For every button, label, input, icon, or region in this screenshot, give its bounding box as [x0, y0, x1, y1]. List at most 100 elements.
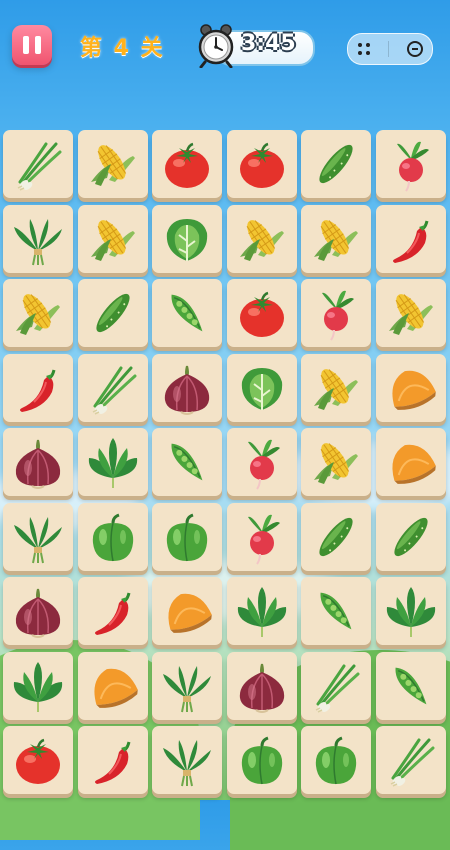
mini-program-capsule	[347, 33, 433, 65]
tile-tomato[interactable]	[3, 726, 73, 794]
timer-value: 3:45	[241, 31, 296, 56]
tile-spinach[interactable]	[3, 651, 73, 720]
red-onion-icon	[15, 588, 61, 638]
red-onion-icon	[165, 365, 210, 415]
tile-bell-pepper[interactable]	[301, 726, 372, 794]
tile-tomato[interactable]	[152, 130, 223, 198]
tile-red-onion[interactable]	[3, 428, 73, 496]
tile-spinach[interactable]	[226, 577, 297, 645]
pea-pod-icon	[171, 443, 203, 481]
tile-bell-pepper[interactable]	[77, 502, 148, 571]
tile-pumpkin-slice[interactable]	[376, 353, 446, 422]
tile-radish[interactable]	[226, 502, 297, 571]
spinach-icon	[237, 587, 286, 637]
pumpkin-slice-icon	[168, 593, 212, 633]
tile-bell-pepper[interactable]	[226, 726, 297, 794]
tile-red-onion[interactable]	[226, 651, 297, 720]
corn-icon	[90, 219, 135, 261]
red-onion-icon	[15, 439, 61, 489]
scallion-icon	[92, 366, 137, 415]
timer: 3:45	[195, 22, 315, 68]
tile-scallion[interactable]	[3, 130, 73, 198]
tile-scallion[interactable]	[77, 353, 148, 422]
tile-radish[interactable]	[301, 279, 372, 347]
cucumber-icon	[95, 293, 130, 333]
tile-corn[interactable]	[226, 204, 297, 273]
tile-leafy-bunch[interactable]	[152, 651, 223, 720]
tile-leafy-bunch[interactable]	[3, 204, 73, 273]
tile-chili-pepper[interactable]	[3, 353, 73, 422]
spinach-icon	[386, 587, 436, 637]
corn-icon	[239, 219, 284, 261]
scallion-icon	[316, 664, 360, 713]
tile-radish[interactable]	[226, 428, 297, 496]
tile-chili-pepper[interactable]	[77, 577, 148, 645]
tile-spinach[interactable]	[77, 428, 148, 496]
tomato-icon	[239, 291, 284, 337]
scallion-icon	[17, 142, 62, 191]
radish-icon	[247, 514, 280, 565]
tile-corn[interactable]	[3, 279, 73, 347]
tile-pumpkin-slice[interactable]	[77, 651, 148, 720]
tile-radish[interactable]	[376, 130, 446, 198]
more-dots-icon[interactable]	[357, 42, 371, 56]
tile-leafy-bunch[interactable]	[3, 502, 73, 571]
tile-cucumber[interactable]	[376, 502, 446, 571]
tile-corn[interactable]	[376, 279, 446, 347]
tile-leafy-bunch[interactable]	[152, 726, 223, 794]
corn-icon	[314, 443, 359, 484]
tile-scallion[interactable]	[376, 726, 446, 794]
chili-pepper-icon	[393, 220, 429, 263]
tile-pea-pod[interactable]	[152, 279, 223, 347]
tile-red-onion[interactable]	[3, 577, 73, 645]
corn-icon	[314, 219, 359, 261]
leafy-bunch-icon	[163, 665, 212, 712]
bell-pepper-icon	[316, 736, 357, 785]
tile-pea-pod[interactable]	[301, 577, 372, 645]
tile-chili-pepper[interactable]	[376, 204, 446, 273]
pea-pod-icon	[171, 294, 203, 332]
bok-choy-icon	[241, 367, 282, 410]
tile-cucumber[interactable]	[301, 502, 372, 571]
tile-corn[interactable]	[301, 353, 372, 422]
chili-pepper-icon	[20, 369, 56, 412]
tile-cucumber[interactable]	[77, 279, 148, 347]
tile-bell-pepper[interactable]	[152, 502, 223, 571]
tomato-icon	[16, 738, 60, 784]
cucumber-icon	[394, 517, 428, 556]
scallion-icon	[390, 738, 435, 787]
tile-pea-pod[interactable]	[152, 428, 223, 496]
pea-pod-icon	[320, 592, 352, 630]
bell-pepper-icon	[241, 736, 282, 785]
leafy-bunch-icon	[14, 218, 62, 265]
tile-corn[interactable]	[77, 130, 148, 198]
tile-corn[interactable]	[301, 204, 372, 273]
tile-bok-choy[interactable]	[152, 204, 223, 273]
minimize-circle-icon[interactable]	[407, 41, 424, 57]
tile-pumpkin-slice[interactable]	[376, 428, 446, 496]
tile-chili-pepper[interactable]	[77, 726, 148, 794]
cucumber-icon	[319, 517, 353, 556]
tile-corn[interactable]	[301, 428, 372, 496]
corn-icon	[314, 368, 359, 410]
level-label: 第 4 关	[80, 36, 165, 61]
pumpkin-slice-icon	[392, 444, 436, 484]
tile-scallion[interactable]	[301, 651, 372, 720]
corn-icon	[389, 294, 433, 335]
pause-button[interactable]	[12, 25, 52, 65]
alarm-clock-icon	[198, 24, 234, 68]
tile-red-onion[interactable]	[152, 353, 223, 422]
leafy-bunch-icon	[163, 740, 212, 787]
tile-pumpkin-slice[interactable]	[152, 577, 223, 645]
tile-tomato[interactable]	[226, 279, 297, 347]
tile-corn[interactable]	[77, 204, 148, 273]
red-onion-icon	[239, 663, 284, 713]
pea-pod-icon	[395, 667, 427, 704]
tile-tomato[interactable]	[226, 130, 297, 198]
radish-icon	[397, 141, 429, 192]
tile-pea-pod[interactable]	[376, 651, 446, 720]
tile-bok-choy[interactable]	[226, 353, 297, 422]
tomato-icon	[165, 142, 210, 188]
tile-spinach[interactable]	[376, 577, 446, 645]
tile-cucumber[interactable]	[301, 130, 372, 198]
